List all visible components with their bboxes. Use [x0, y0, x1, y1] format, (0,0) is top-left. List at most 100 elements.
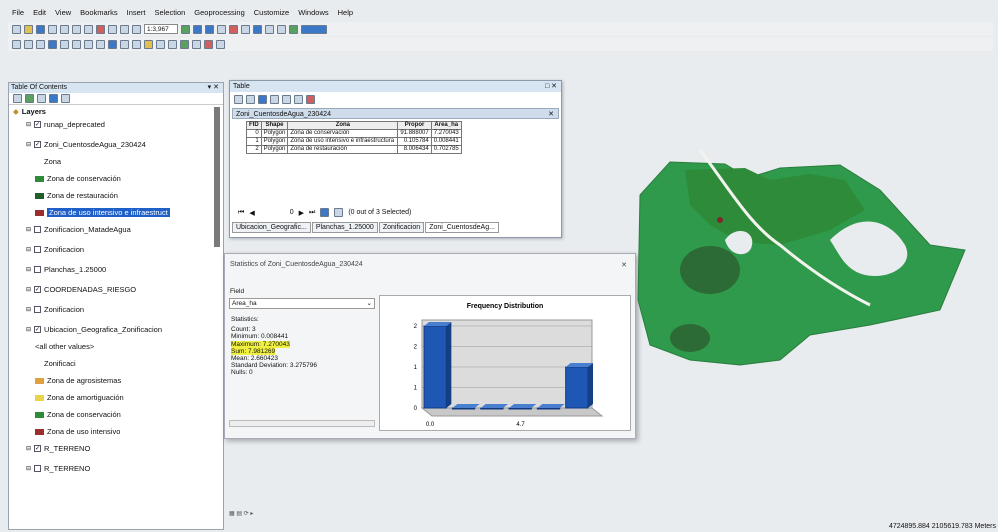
- legend-item[interactable]: Zona de uso intensivo: [35, 427, 120, 436]
- record-number-input[interactable]: 0: [290, 209, 294, 216]
- tool-icon[interactable]: [204, 39, 213, 49]
- menu-help[interactable]: Help: [338, 8, 353, 17]
- show-all-records-icon[interactable]: [320, 208, 330, 217]
- table-cell[interactable]: 0.702785: [430, 145, 462, 154]
- hyperlink-icon[interactable]: [144, 39, 153, 49]
- legend-heading[interactable]: Zonificaci: [44, 359, 76, 368]
- legend-item[interactable]: Zona de agrosistemas: [35, 376, 121, 385]
- field-select[interactable]: Area_ha ⌄: [229, 298, 375, 309]
- layer-item[interactable]: ⊟ ✓ runap_deprecated: [26, 120, 105, 129]
- table-tab[interactable]: Ubicacion_Geografic...: [232, 222, 311, 233]
- layer-visibility-checkbox[interactable]: [34, 226, 42, 233]
- expand-icon[interactable]: ⊟: [26, 286, 31, 293]
- close-icon[interactable]: ✕: [621, 261, 627, 269]
- table-cell[interactable]: Polygon: [260, 129, 289, 138]
- stats-horizontal-scrollbar[interactable]: [229, 420, 375, 427]
- delete-selected-icon[interactable]: [306, 95, 315, 104]
- menu-bookmarks[interactable]: Bookmarks: [80, 8, 118, 17]
- table-cell[interactable]: Polygon: [260, 137, 289, 146]
- table-cell[interactable]: 1: [246, 137, 262, 146]
- cut-icon[interactable]: [60, 24, 69, 34]
- save-icon[interactable]: [36, 24, 45, 34]
- menu-insert[interactable]: Insert: [127, 8, 146, 17]
- close-icon[interactable]: □ ✕: [545, 81, 557, 92]
- catalog-icon[interactable]: [205, 24, 214, 34]
- table-options-icon[interactable]: [234, 95, 243, 104]
- expand-icon[interactable]: ⊟: [26, 326, 31, 333]
- model-icon[interactable]: [253, 24, 262, 34]
- color-bar-icon[interactable]: [301, 24, 327, 34]
- forward-icon[interactable]: [84, 39, 93, 49]
- pan-icon[interactable]: [36, 39, 45, 49]
- tool-icon[interactable]: [192, 39, 201, 49]
- column-header[interactable]: Zona: [287, 121, 399, 130]
- search-icon[interactable]: [217, 24, 226, 34]
- add-data-icon[interactable]: [132, 24, 141, 34]
- layer-visibility-checkbox[interactable]: ✓: [34, 141, 42, 148]
- table-tab[interactable]: Planchas_1.25000: [311, 222, 378, 233]
- html-popup-icon[interactable]: [156, 39, 165, 49]
- redo-icon[interactable]: [120, 24, 129, 34]
- expand-icon[interactable]: ⊟: [26, 226, 31, 233]
- column-header[interactable]: Area_ha: [430, 121, 462, 130]
- toc-scrollbar[interactable]: [214, 107, 220, 247]
- new-icon[interactable]: [12, 24, 21, 34]
- select-by-attributes-icon[interactable]: [258, 95, 267, 104]
- table-cell[interactable]: 7.270043: [430, 129, 462, 138]
- previous-record-icon[interactable]: ◀: [249, 209, 254, 217]
- layer-item[interactable]: ⊟ ✓ R_TERRENO: [26, 444, 90, 453]
- layer-visibility-checkbox[interactable]: ✓: [34, 445, 42, 452]
- layer-item[interactable]: ⊟ ✓ Zoni_CuentosdeAgua_230424: [26, 140, 146, 149]
- table-row[interactable]: 1 Polygon Zona de uso intensivo e infrae…: [246, 137, 462, 146]
- copy-icon[interactable]: [72, 24, 81, 34]
- next-record-icon[interactable]: ▶: [299, 209, 304, 217]
- expand-icon[interactable]: ⊟: [26, 306, 31, 313]
- switch-selection-icon[interactable]: [270, 95, 279, 104]
- expand-icon[interactable]: ⊟: [26, 445, 31, 452]
- open-icon[interactable]: [24, 24, 33, 34]
- tool-icon[interactable]: [289, 24, 298, 34]
- menu-view[interactable]: View: [55, 8, 71, 17]
- layer-item[interactable]: ⊟ Zonificacion: [26, 305, 84, 314]
- menu-customize[interactable]: Customize: [254, 8, 289, 17]
- pin-icon[interactable]: ▾ ✕: [208, 83, 219, 93]
- paste-icon[interactable]: [84, 24, 93, 34]
- close-icon[interactable]: ✕: [548, 109, 554, 118]
- list-by-selection-icon[interactable]: [49, 94, 58, 103]
- print-icon[interactable]: [48, 24, 57, 34]
- layer-item[interactable]: ⊟ ✓ COORDENADAS_RIESGO: [26, 285, 136, 294]
- table-cell[interactable]: Polygon: [260, 145, 289, 154]
- layer-visibility-checkbox[interactable]: ✓: [34, 121, 42, 128]
- legend-heading[interactable]: <all other values>: [35, 342, 94, 351]
- column-header[interactable]: FID: [246, 121, 262, 130]
- back-icon[interactable]: [72, 39, 81, 49]
- list-by-drawing-order-icon[interactable]: [13, 94, 22, 103]
- layout-view-icons[interactable]: ▦ ▤ ⟳ ▸: [229, 510, 253, 517]
- list-by-source-icon[interactable]: [25, 94, 34, 103]
- clear-selection-icon[interactable]: [282, 95, 291, 104]
- layer-visibility-checkbox[interactable]: ✓: [34, 286, 42, 293]
- layer-visibility-checkbox[interactable]: [34, 465, 42, 472]
- zoom-to-selected-icon[interactable]: [294, 95, 303, 104]
- menu-file[interactable]: File: [12, 8, 24, 17]
- list-by-visibility-icon[interactable]: [37, 94, 46, 103]
- tool-icon[interactable]: [168, 39, 177, 49]
- layer-item[interactable]: ⊟ Zonificacion_MatadeAgua: [26, 225, 131, 234]
- related-tables-icon[interactable]: [246, 95, 255, 104]
- table-tab[interactable]: Zonificacion: [378, 222, 425, 233]
- menu-selection[interactable]: Selection: [154, 8, 185, 17]
- legend-item[interactable]: Zona de restauración: [35, 191, 118, 200]
- expand-icon[interactable]: ⊟: [26, 246, 31, 253]
- find-icon[interactable]: [120, 39, 129, 49]
- layer-visibility-checkbox[interactable]: [34, 306, 42, 313]
- legend-item[interactable]: Zona de uso intensivo e infraestruct: [35, 208, 170, 217]
- scale-input[interactable]: 1:3,967: [144, 24, 178, 34]
- delete-icon[interactable]: [96, 24, 105, 34]
- map-view[interactable]: [630, 150, 980, 380]
- layer-item[interactable]: ⊟ Planchas_1.25000: [26, 265, 106, 274]
- full-extent-icon[interactable]: [48, 39, 57, 49]
- legend-item[interactable]: Zona de amortiguación: [35, 393, 124, 402]
- identify-icon[interactable]: [108, 39, 117, 49]
- expand-icon[interactable]: ⊟: [26, 121, 31, 128]
- table-cell[interactable]: 2: [246, 145, 262, 154]
